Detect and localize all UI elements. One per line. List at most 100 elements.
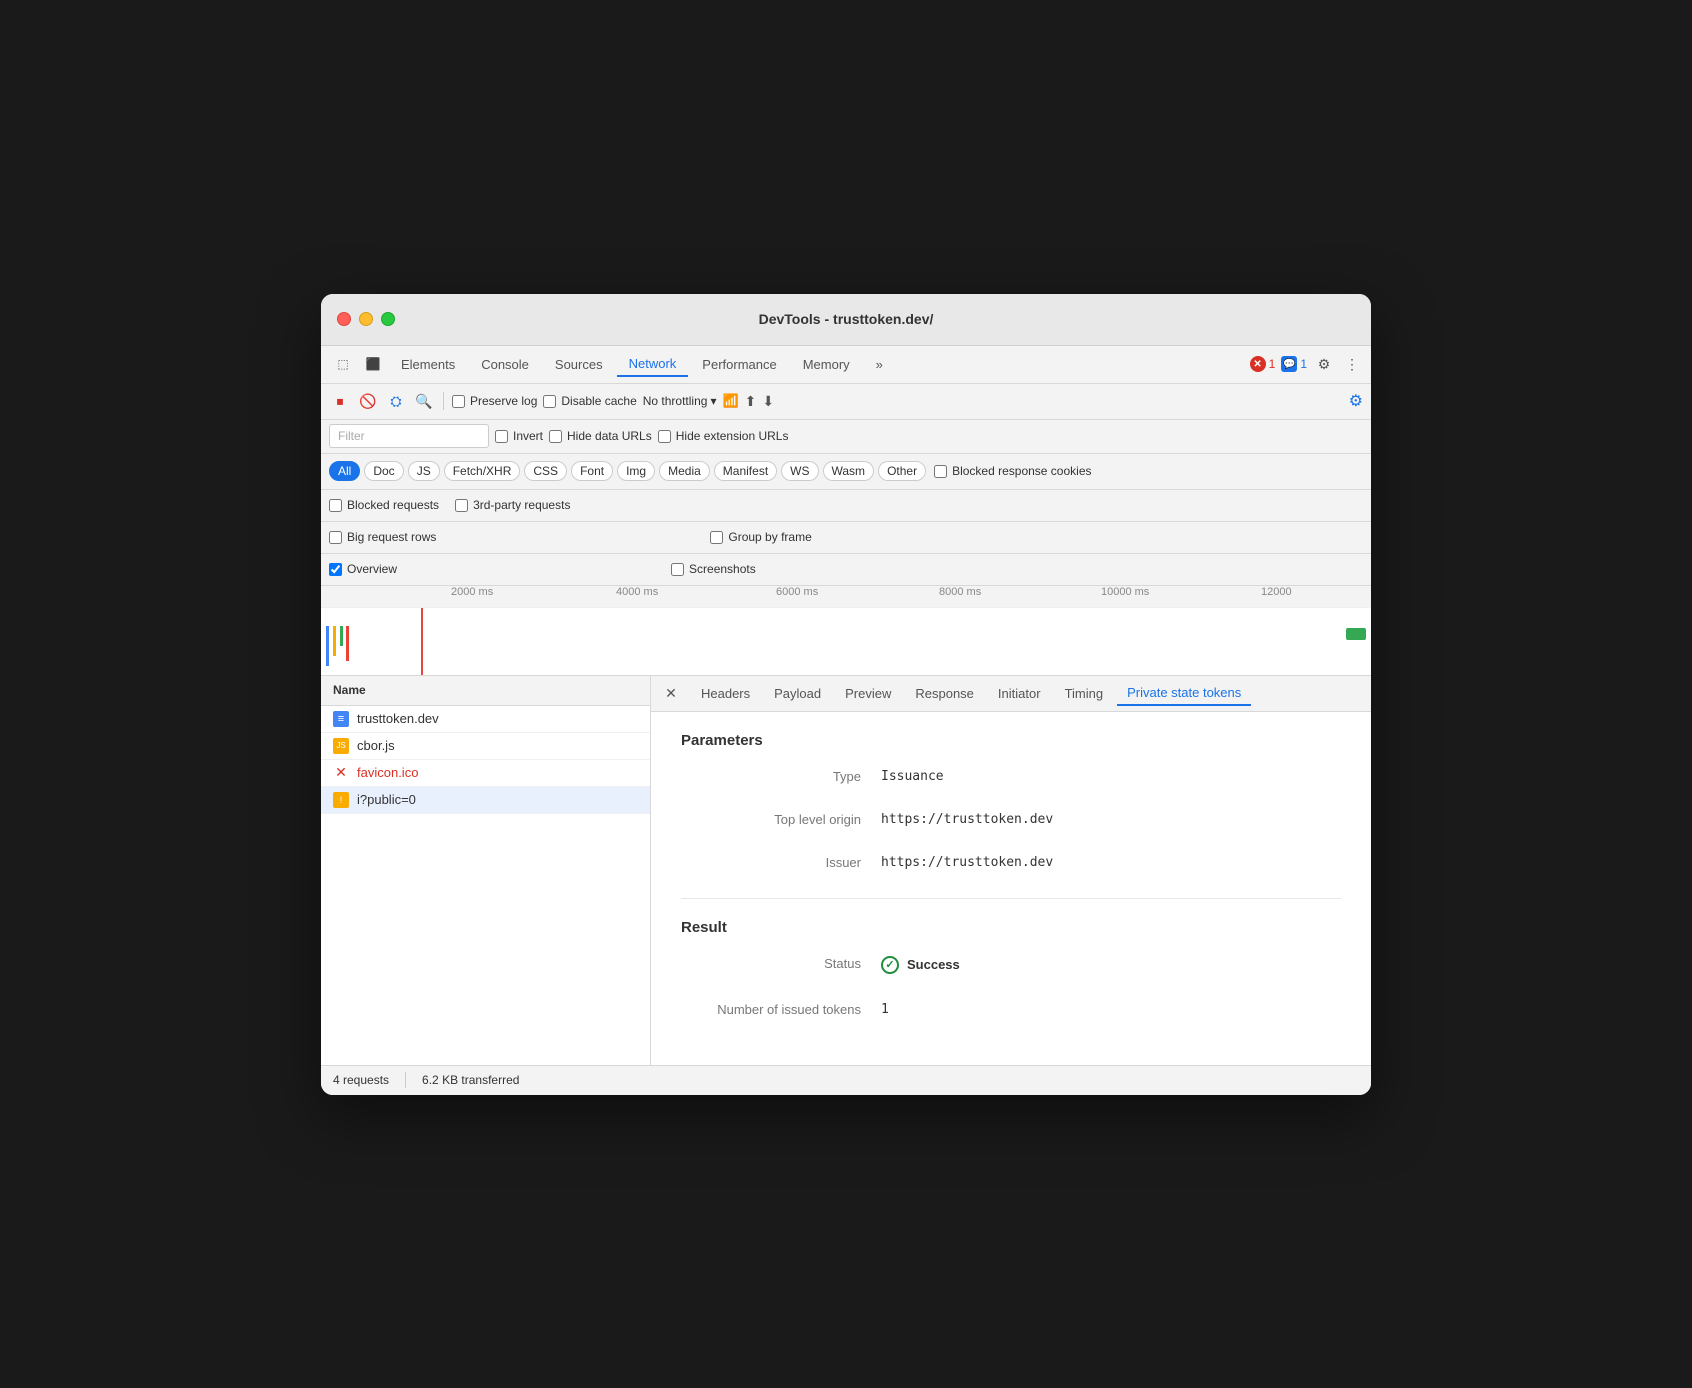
requests-count: 4 requests: [333, 1073, 389, 1087]
overview-label[interactable]: Overview: [329, 562, 397, 576]
status-divider: [405, 1072, 406, 1088]
disable-cache-checkbox[interactable]: [543, 395, 556, 408]
filter-manifest-btn[interactable]: Manifest: [714, 461, 777, 481]
throttle-select[interactable]: No throttling ▾: [643, 394, 717, 408]
error-badge[interactable]: ✕ 1: [1250, 356, 1276, 372]
hide-extension-urls-checkbox[interactable]: [658, 430, 671, 443]
preserve-log-checkbox[interactable]: [452, 395, 465, 408]
group-by-frame-checkbox[interactable]: [710, 531, 723, 544]
blocked-requests-checkbox[interactable]: [329, 499, 342, 512]
request-item-ipublic[interactable]: ! i?public=0: [321, 787, 650, 814]
hide-data-urls-label[interactable]: Hide data URLs: [549, 429, 652, 443]
download-icon[interactable]: ⬇: [762, 393, 774, 410]
filter-other-btn[interactable]: Other: [878, 461, 926, 481]
filter-css-btn[interactable]: CSS: [524, 461, 567, 481]
preserve-log-label[interactable]: Preserve log: [452, 394, 537, 408]
clear-btn[interactable]: 🚫: [357, 390, 379, 412]
filter-wasm-btn[interactable]: Wasm: [823, 461, 875, 481]
issuer-value: https://trusttoken.dev: [881, 855, 1053, 870]
invert-label[interactable]: Invert: [495, 429, 543, 443]
screenshots-label[interactable]: Screenshots: [671, 562, 756, 576]
tab-timing[interactable]: Timing: [1055, 682, 1114, 705]
tab-headers[interactable]: Headers: [691, 682, 760, 705]
network-settings-icon[interactable]: ⚙: [1349, 393, 1363, 410]
warning-bubble-icon: 💬: [1281, 356, 1297, 372]
tab-private-state-tokens[interactable]: Private state tokens: [1117, 681, 1251, 706]
tab-preview[interactable]: Preview: [835, 682, 901, 705]
requests-panel: Name ≡ trusttoken.dev JS cbor.js ✕ favic…: [321, 676, 651, 1065]
overview-checkbox[interactable]: [329, 563, 342, 576]
blocked-requests-label[interactable]: Blocked requests: [329, 498, 439, 512]
search-btn[interactable]: 🔍: [413, 390, 435, 412]
filter-doc-btn[interactable]: Doc: [364, 461, 403, 481]
third-party-checkbox[interactable]: [455, 499, 468, 512]
filter-fetch-btn[interactable]: Fetch/XHR: [444, 461, 521, 481]
filter-input[interactable]: [329, 424, 489, 448]
hide-extension-urls-label[interactable]: Hide extension URLs: [658, 429, 789, 443]
error-count: 1: [1269, 357, 1276, 371]
more-options-icon[interactable]: ⋮: [1341, 353, 1363, 375]
tab-memory[interactable]: Memory: [791, 353, 862, 376]
filter-js-btn[interactable]: JS: [408, 461, 440, 481]
status-value: ✓ Success: [881, 956, 960, 974]
top-level-origin-label: Top level origin: [681, 812, 861, 827]
warning-badge[interactable]: 💬 1: [1281, 356, 1307, 372]
network-toolbar: ⏹ 🚫 ⛭ 🔍 Preserve log Disable cache No th…: [321, 384, 1371, 420]
requests-header: Name: [321, 676, 650, 706]
big-rows-label[interactable]: Big request rows: [329, 530, 436, 544]
filter-media-btn[interactable]: Media: [659, 461, 710, 481]
group-by-frame-label[interactable]: Group by frame: [710, 530, 811, 544]
settings-gear-icon[interactable]: ⚙: [1313, 353, 1335, 375]
req-name-trusttoken: trusttoken.dev: [357, 711, 439, 726]
tab-sources[interactable]: Sources: [543, 353, 615, 376]
detail-tabs: ✕ Headers Payload Preview Response Initi…: [651, 676, 1371, 712]
minimize-button[interactable]: [359, 312, 373, 326]
tab-console[interactable]: Console: [469, 353, 541, 376]
third-party-label[interactable]: 3rd-party requests: [455, 498, 570, 512]
close-button[interactable]: [337, 312, 351, 326]
filter-font-btn[interactable]: Font: [571, 461, 613, 481]
disable-cache-label[interactable]: Disable cache: [543, 394, 636, 408]
device-icon-btn[interactable]: ⬛: [359, 350, 387, 378]
inspect-icon-btn[interactable]: ⬚: [329, 350, 357, 378]
error-circle-icon: ✕: [1250, 356, 1266, 372]
blocked-cookies-label[interactable]: Blocked response cookies: [934, 464, 1091, 478]
issuer-row: Issuer https://trusttoken.dev: [681, 855, 1341, 870]
req-name-ipublic: i?public=0: [357, 792, 416, 807]
invert-checkbox[interactable]: [495, 430, 508, 443]
tab-initiator[interactable]: Initiator: [988, 682, 1051, 705]
stop-recording-btn[interactable]: ⏹: [329, 390, 351, 412]
filter-all-btn[interactable]: All: [329, 461, 360, 481]
options-bar-3: Overview Screenshots: [321, 554, 1371, 586]
type-value: Issuance: [881, 769, 944, 784]
tab-elements[interactable]: Elements: [389, 353, 467, 376]
parameters-section-title: Parameters: [681, 732, 1341, 749]
big-rows-checkbox[interactable]: [329, 531, 342, 544]
timeline-bar: 2000 ms 4000 ms 6000 ms 8000 ms 10000 ms…: [321, 586, 1371, 676]
timeline-green-indicator: [1346, 628, 1366, 640]
filter-icon-btn[interactable]: ⛭: [385, 390, 407, 412]
tab-performance[interactable]: Performance: [690, 353, 788, 376]
tab-network[interactable]: Network: [617, 352, 689, 377]
filter-img-btn[interactable]: Img: [617, 461, 655, 481]
hide-data-urls-checkbox[interactable]: [549, 430, 562, 443]
devtools-window: DevTools - trusttoken.dev/ ⬚ ⬛ Elements …: [321, 294, 1371, 1095]
req-icon-error: ✕: [333, 765, 349, 781]
tab-payload[interactable]: Payload: [764, 682, 831, 705]
tab-more[interactable]: »: [864, 353, 895, 376]
request-item-favicon[interactable]: ✕ favicon.ico: [321, 760, 650, 787]
request-item-trusttoken[interactable]: ≡ trusttoken.dev: [321, 706, 650, 733]
devtools-body: ⬚ ⬛ Elements Console Sources Network Per…: [321, 346, 1371, 1095]
detail-close-btn[interactable]: ✕: [659, 681, 683, 705]
timeline-label-6000: 6000 ms: [776, 586, 818, 598]
filter-ws-btn[interactable]: WS: [781, 461, 818, 481]
tab-response[interactable]: Response: [905, 682, 984, 705]
top-level-origin-row: Top level origin https://trusttoken.dev: [681, 812, 1341, 827]
success-icon: ✓: [881, 956, 899, 974]
request-item-cbor[interactable]: JS cbor.js: [321, 733, 650, 760]
screenshots-checkbox[interactable]: [671, 563, 684, 576]
maximize-button[interactable]: [381, 312, 395, 326]
timeline-content[interactable]: [321, 608, 1371, 676]
upload-icon[interactable]: ⬆: [745, 393, 757, 410]
blocked-cookies-checkbox[interactable]: [934, 465, 947, 478]
